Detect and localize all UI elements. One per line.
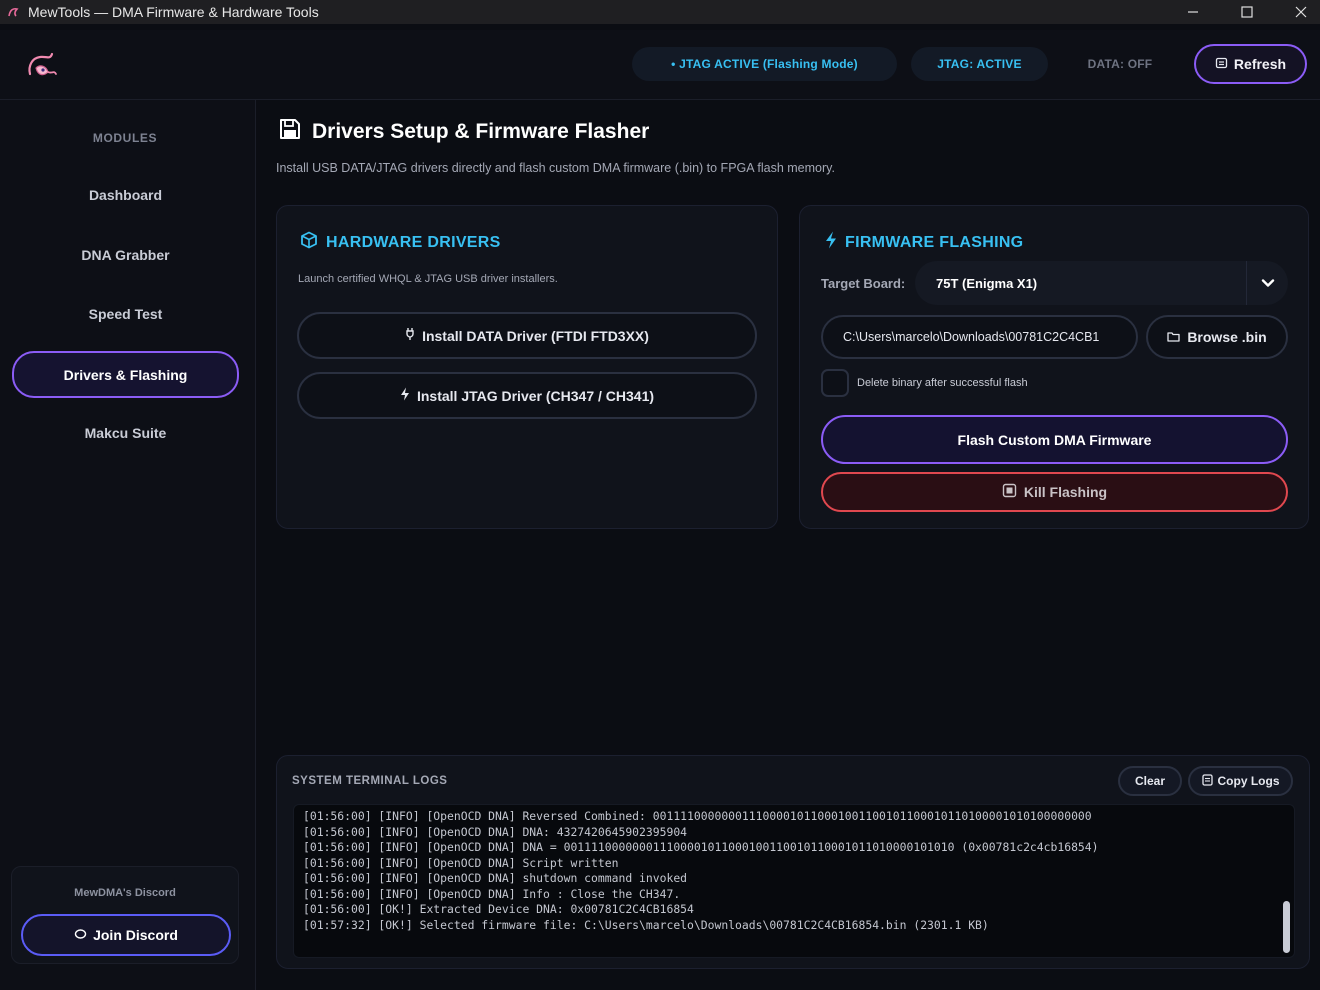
usb-plug-icon [405,327,415,344]
folder-icon [1167,329,1180,345]
target-board-label: Target Board: [821,276,906,291]
hardware-drivers-heading: HARDWARE DRIVERS [300,231,501,254]
jtag-mode-status-badge: • JTAG ACTIVE (Flashing Mode) [632,47,897,81]
discord-label: MewDMA's Discord [74,887,176,899]
terminal-card: SYSTEM TERMINAL LOGS Clear Copy Logs [01… [276,755,1310,969]
window-titlebar: MewTools — DMA Firmware & Hardware Tools [0,0,1320,24]
browse-bin-label: Browse .bin [1187,329,1267,345]
page-title-text: Drivers Setup & Firmware Flasher [312,119,650,143]
lightning-icon [400,387,410,404]
sidebar-item-speed-test[interactable]: Speed Test [12,292,239,336]
kill-flashing-button[interactable]: Kill Flashing [821,472,1288,512]
discord-card: MewDMA's Discord Join Discord [11,866,239,964]
log-line: [01:56:00] [INFO] [OpenOCD DNA] Info : C… [303,886,681,901]
sidebar-item-drivers-flashing[interactable]: Drivers & Flashing [12,351,239,398]
page-subtitle: Install USB DATA/JTAG drivers directly a… [276,161,835,175]
refresh-label: Refresh [1233,56,1287,72]
copy-logs-button[interactable]: Copy Logs [1188,766,1293,796]
install-data-driver-label: Install DATA Driver (FTDI FTD3XX) [422,327,649,344]
cube-icon [300,231,318,254]
target-board-value: 75T (Enigma X1) [936,275,1038,291]
join-discord-label: Join Discord [93,927,178,943]
log-line: [01:56:00] [OK!] Extracted Device DNA: 0… [303,902,694,916]
jtag-status-badge: JTAG: ACTIVE [911,47,1048,81]
chip-icon [1002,483,1017,501]
sidebar-item-dashboard[interactable]: Dashboard [12,173,239,217]
clipboard-icon [1201,773,1213,789]
log-line: [01:56:00] [INFO] [OpenOCD DNA] DNA: 432… [303,824,688,839]
kill-flashing-label: Kill Flashing [1023,484,1108,500]
log-line: [01:56:00] [INFO] [OpenOCD DNA] Script w… [303,855,619,870]
install-data-driver-button[interactable]: Install DATA Driver (FTDI FTD3XX) [297,312,757,359]
firmware-path-input[interactable] [821,315,1138,359]
target-board-select[interactable]: 75T (Enigma X1) [915,261,1288,305]
firmware-flashing-heading-text: FIRMWARE FLASHING [845,233,1024,251]
log-line: [01:56:00] [INFO] [OpenOCD DNA] Reversed… [303,809,1092,823]
delete-binary-label: Delete binary after successful flash [857,377,1028,389]
floppy-disk-icon [278,117,302,146]
terminal-log-output[interactable]: [01:56:00] [INFO] [OpenOCD DNA] Reversed… [293,804,1295,958]
window-title: MewTools — DMA Firmware & Hardware Tools [28,4,319,20]
copy-logs-label: Copy Logs [1217,774,1280,788]
hardware-drivers-description: Launch certified WHQL & JTAG USB driver … [298,273,558,285]
refresh-icon [1215,56,1228,72]
refresh-button[interactable]: Refresh [1194,44,1307,84]
terminal-scrollbar[interactable] [1283,901,1290,953]
hardware-drivers-heading-text: HARDWARE DRIVERS [326,233,501,251]
app-header: • JTAG ACTIVE (Flashing Mode) JTAG: ACTI… [0,30,1320,100]
log-line: [01:57:32] [OK!] Selected firmware file:… [303,917,989,932]
discord-icon [74,927,87,943]
firmware-flashing-card: FIRMWARE FLASHING Target Board: 75T (Eni… [799,205,1309,529]
terminal-label: SYSTEM TERMINAL LOGS [292,775,448,787]
sidebar-item-makcu-suite[interactable]: Makcu Suite [12,411,239,455]
sidebar: MODULES Dashboard DNA Grabber Speed Test… [0,100,256,990]
install-jtag-driver-label: Install JTAG Driver (CH347 / CH341) [416,387,655,404]
clear-logs-button[interactable]: Clear [1118,766,1182,796]
flash-firmware-label: Flash Custom DMA Firmware [957,431,1152,448]
flash-firmware-button[interactable]: Flash Custom DMA Firmware [821,415,1288,464]
hardware-drivers-card: HARDWARE DRIVERS Launch certified WHQL &… [276,205,778,529]
page-title: Drivers Setup & Firmware Flasher [278,117,649,146]
lightning-icon [825,231,837,254]
minimize-button[interactable] [1170,0,1216,24]
maximize-button[interactable] [1224,0,1270,24]
data-status-badge: DATA: OFF [1087,57,1153,71]
browse-bin-button[interactable]: Browse .bin [1146,315,1288,359]
sidebar-item-dna-grabber[interactable]: DNA Grabber [12,233,239,277]
log-line: [01:56:00] [INFO] [OpenOCD DNA] DNA = 00… [303,840,1099,854]
chevron-down-icon [1246,261,1288,305]
mew-logo-icon [22,48,58,82]
join-discord-button[interactable]: Join Discord [21,914,231,956]
clear-logs-label: Clear [1134,774,1166,788]
firmware-flashing-heading: FIRMWARE FLASHING [825,231,1023,254]
modules-section-label: MODULES [92,131,158,145]
delete-binary-checkbox[interactable] [821,369,849,397]
mew-app-icon [6,5,20,19]
install-jtag-driver-button[interactable]: Install JTAG Driver (CH347 / CH341) [297,372,757,419]
log-line: [01:56:00] [INFO] [OpenOCD DNA] shutdown… [303,871,688,885]
close-window-button[interactable] [1278,0,1320,24]
